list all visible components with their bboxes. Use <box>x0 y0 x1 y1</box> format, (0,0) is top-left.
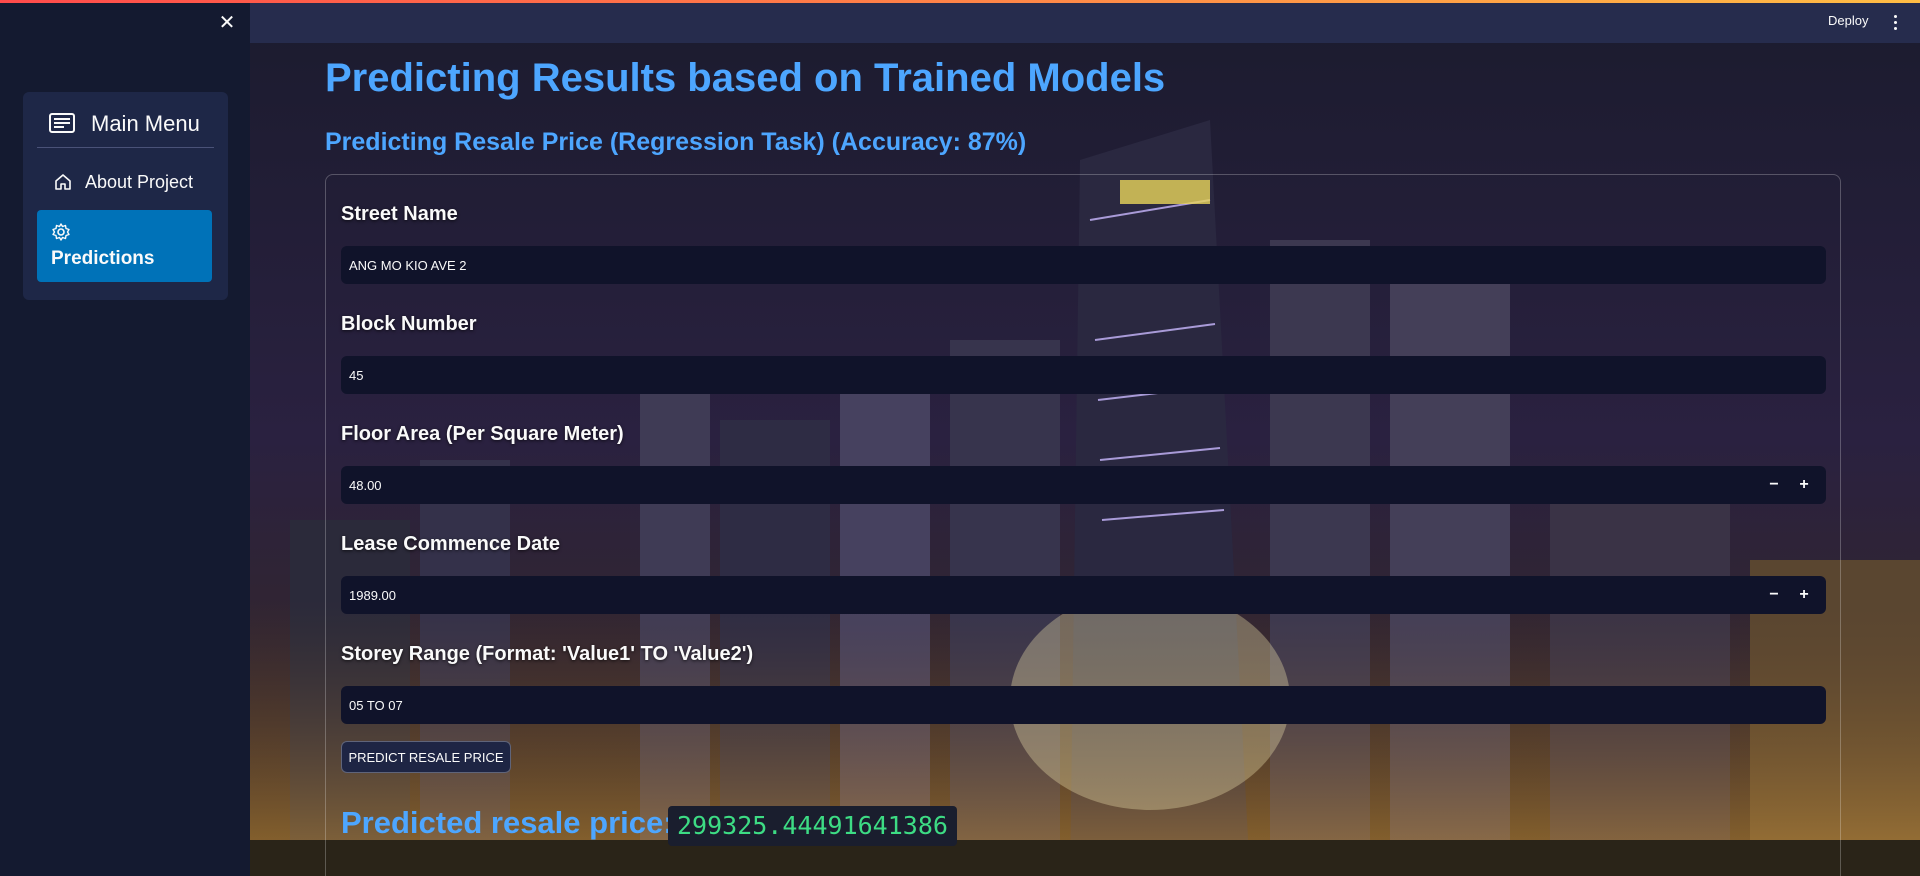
sidebar-item-about-project[interactable]: About Project <box>37 160 212 204</box>
storey-range-input[interactable] <box>341 686 1826 724</box>
menu-divider <box>37 147 214 148</box>
page-title: Predicting Results based on Trained Mode… <box>325 56 1166 100</box>
block-number-input[interactable] <box>341 356 1826 394</box>
street-name-input[interactable] <box>341 246 1826 284</box>
storey-range-label: Storey Range (Format: 'Value1' TO 'Value… <box>341 643 754 665</box>
main-menu-header: Main Menu <box>37 108 214 140</box>
floor-area-stepper: − + <box>341 466 1826 504</box>
section-subtitle: Predicting Resale Price (Regression Task… <box>325 128 1027 156</box>
lease-date-stepper: − + <box>341 576 1826 614</box>
prediction-form: Street Name Block Number Floor Area (Per… <box>325 174 1841 876</box>
main-area: Deploy Predicting Results based on Train… <box>250 0 1920 876</box>
deploy-button[interactable]: Deploy <box>1828 13 1868 28</box>
gear-icon <box>52 223 70 241</box>
sidebar-item-label: Predictions <box>51 248 155 269</box>
sidebar-item-predictions[interactable]: Predictions <box>37 210 212 282</box>
main-menu-title: Main Menu <box>91 111 200 136</box>
floor-area-decrement-button[interactable]: − <box>1761 470 1787 500</box>
lease-date-increment-button[interactable]: + <box>1791 580 1817 610</box>
block-number-label: Block Number <box>341 313 477 335</box>
floor-area-increment-button[interactable]: + <box>1791 470 1817 500</box>
close-icon[interactable]: ✕ <box>216 12 238 34</box>
floor-area-label: Floor Area (Per Square Meter) <box>341 423 624 445</box>
lease-date-decrement-button[interactable]: − <box>1761 580 1787 610</box>
top-decoration-bar <box>0 0 1920 3</box>
predicted-price-label: Predicted resale price: <box>341 805 674 840</box>
app-header: Deploy <box>250 3 1920 43</box>
kebab-menu-icon[interactable] <box>1892 15 1898 33</box>
main-menu-card: Main Menu About Project Predictions <box>23 92 228 300</box>
lease-date-label: Lease Commence Date <box>341 533 560 555</box>
floor-area-input[interactable] <box>341 466 1826 504</box>
sidebar: ✕ Main Menu About Project Predictions <box>0 0 250 876</box>
home-icon <box>55 174 71 190</box>
predict-resale-price-button[interactable]: PREDICT RESALE PRICE <box>341 741 511 773</box>
sidebar-item-label: About Project <box>85 171 194 192</box>
lease-date-input[interactable] <box>341 576 1826 614</box>
predicted-price-value: 299325.44491641386 <box>668 806 957 846</box>
menu-list-icon <box>49 113 75 133</box>
street-name-label: Street Name <box>341 203 458 225</box>
